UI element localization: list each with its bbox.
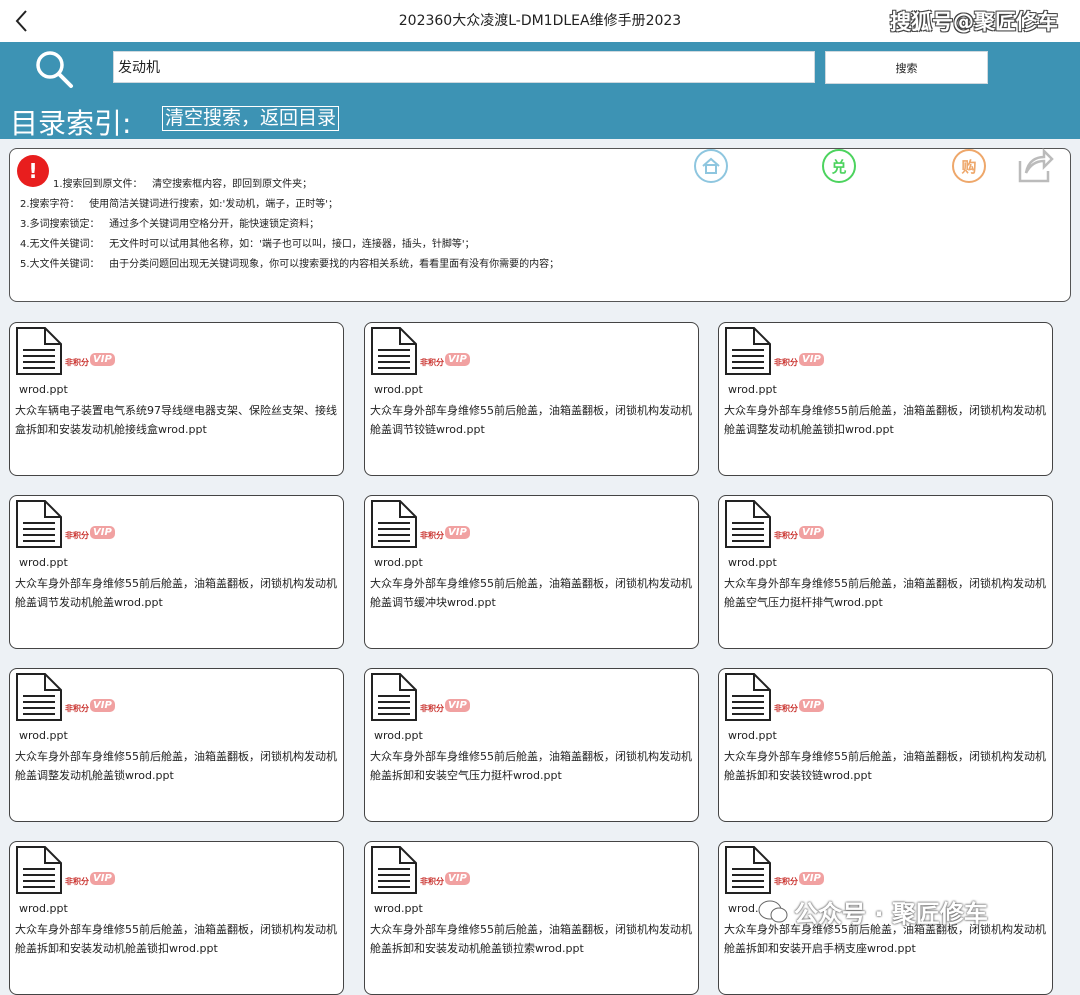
document-icon xyxy=(725,327,771,375)
search-help-box: ! 1.搜索回到原文件： 清空搜索框内容，即回到原文件夹； 2.搜索字符： 使用… xyxy=(9,145,1071,302)
card-file-name: wrod.ppt xyxy=(728,556,777,569)
file-card[interactable]: 非积分 VIP wrod.ppt 大众车身外部车身维修55前后舱盖，油箱盖翻板，闭锁机… xyxy=(364,322,699,476)
vip-badge: VIP xyxy=(445,353,470,366)
vip-badge: VIP xyxy=(799,872,824,885)
document-icon xyxy=(16,500,62,548)
nopoint-tag: 非积分 xyxy=(774,531,798,540)
vip-badge: VIP xyxy=(90,699,115,712)
vip-badge: VIP xyxy=(799,699,824,712)
document-icon xyxy=(371,846,417,894)
document-icon xyxy=(16,846,62,894)
nopoint-tag: 非积分 xyxy=(65,358,89,367)
help-line: 5.大文件关键词： 由于分类问题回出现无关键词现象，你可以搜索要找的内容相关系统… xyxy=(20,259,560,270)
document-icon xyxy=(371,673,417,721)
file-card[interactable]: 非积分 VIP wrod.ppt 大众车身外部车身维修55前后舱盖，油箱盖翻板，闭锁机… xyxy=(718,668,1053,822)
card-file-name: wrod.ppt xyxy=(728,383,777,396)
card-file-name: wrod.ppt xyxy=(374,729,423,742)
file-card[interactable]: 非积分 VIP wrod.ppt 大众车辆电子装置电气系统97导线继电器支架、保险丝支… xyxy=(9,322,344,476)
help-line: 1.搜索回到原文件： 清空搜索框内容，即回到原文件夹； xyxy=(53,179,313,190)
document-icon xyxy=(725,500,771,548)
vip-badge: VIP xyxy=(445,526,470,539)
card-file-name: wrod.ppt xyxy=(19,902,68,915)
card-description: 大众车辆电子装置电气系统97导线继电器支架、保险丝支架、接线盒拆卸和安装发动机舱… xyxy=(15,404,337,436)
card-file-name: wrod.ppt xyxy=(374,383,423,396)
card-file-name: wrod.ppt xyxy=(374,902,423,915)
nopoint-tag: 非积分 xyxy=(65,877,89,886)
home-icon[interactable] xyxy=(694,149,728,183)
card-description: 大众车身外部车身维修55前后舱盖，油箱盖翻板，闭锁机构发动机舱盖拆卸和安装发动机… xyxy=(370,923,692,955)
vip-badge: VIP xyxy=(799,526,824,539)
file-card[interactable]: 非积分 VIP wrod.ppt 大众车身外部车身维修55前后舱盖，油箱盖翻板，闭锁机… xyxy=(718,322,1053,476)
vip-badge: VIP xyxy=(90,526,115,539)
bottom-watermark: 公众号 · 聚匠修车 xyxy=(758,894,988,929)
document-icon xyxy=(725,673,771,721)
search-icon[interactable] xyxy=(34,49,74,89)
file-card[interactable]: 非积分 VIP wrod.ppt 大众车身外部车身维修55前后舱盖，油箱盖翻板，闭锁机… xyxy=(9,668,344,822)
card-file-name: wrod.ppt xyxy=(728,729,777,742)
help-line: 4.无文件关键词： 无文件时可以试用其他名称，如：'端子也可以叫，接口，连接器，… xyxy=(20,239,475,250)
clear-search-button[interactable]: 清空搜索，返回目录 xyxy=(162,106,340,131)
share-icon[interactable] xyxy=(1014,145,1054,185)
help-line: 3.多词搜索锁定： 通过多个关键词用空格分开，能快速锁定资料； xyxy=(20,219,320,230)
card-description: 大众车身外部车身维修55前后舱盖，油箱盖翻板，闭锁机构发动机舱盖调整发动机舱盖锁… xyxy=(15,750,337,782)
document-icon xyxy=(16,327,62,375)
catalog-label: 目录索引: xyxy=(10,107,132,140)
search-button[interactable]: 搜索 xyxy=(825,51,988,84)
help-line: 2.搜索字符： 使用简洁关键词进行搜索，如:'发动机，端子，正时等'； xyxy=(20,199,338,210)
file-card[interactable]: 非积分 VIP wrod.ppt 大众车身外部车身维修55前后舱盖，油箱盖翻板，闭锁机… xyxy=(9,495,344,649)
card-description: 大众车身外部车身维修55前后舱盖，油箱盖翻板，闭锁机构发动机舱盖拆卸和安装铰链w… xyxy=(724,750,1046,782)
redeem-icon[interactable]: 兑 xyxy=(822,149,856,183)
card-file-name: wrod.ppt xyxy=(19,729,68,742)
file-card[interactable]: 非积分 VIP wrod.ppt 大众车身外部车身维修55前后舱盖，油箱盖翻板，闭锁机… xyxy=(9,841,344,995)
search-input[interactable] xyxy=(113,51,815,83)
nopoint-tag: 非积分 xyxy=(774,358,798,367)
file-card[interactable]: 非积分 VIP wrod.ppt 大众车身外部车身维修55前后舱盖，油箱盖翻板，闭锁机… xyxy=(718,495,1053,649)
nopoint-tag: 非积分 xyxy=(65,531,89,540)
document-icon xyxy=(371,327,417,375)
card-file-name: wrod.ppt xyxy=(374,556,423,569)
vip-badge: VIP xyxy=(90,353,115,366)
bottom-watermark-text: 公众号 · 聚匠修车 xyxy=(794,900,988,928)
card-description: 大众车身外部车身维修55前后舱盖，油箱盖翻板，闭锁机构发动机舱盖拆卸和安装发动机… xyxy=(15,923,337,955)
document-icon xyxy=(371,500,417,548)
card-file-name: wrod.ppt xyxy=(19,383,68,396)
document-icon xyxy=(725,846,771,894)
nopoint-tag: 非积分 xyxy=(420,531,444,540)
nopoint-tag: 非积分 xyxy=(420,704,444,713)
nopoint-tag: 非积分 xyxy=(420,358,444,367)
vip-badge: VIP xyxy=(445,872,470,885)
nopoint-tag: 非积分 xyxy=(774,704,798,713)
card-file-name: wrod.ppt xyxy=(19,556,68,569)
vip-badge: VIP xyxy=(90,872,115,885)
title-bar: 202360大众凌渡L-DM1DLEA维修手册2023 搜狐号@聚匠修车 xyxy=(0,0,1080,42)
file-card[interactable]: 非积分 VIP wrod.ppt 大众车身外部车身维修55前后舱盖，油箱盖翻板，闭锁机… xyxy=(364,495,699,649)
card-description: 大众车身外部车身维修55前后舱盖，油箱盖翻板，闭锁机构发动机舱盖调节铰链wrod… xyxy=(370,404,692,436)
search-bar: 搜索 目录索引: 清空搜索，返回目录 xyxy=(0,42,1080,140)
card-description: 大众车身外部车身维修55前后舱盖，油箱盖翻板，闭锁机构发动机舱盖调整发动机舱盖锁… xyxy=(724,404,1046,436)
vip-badge: VIP xyxy=(445,699,470,712)
file-card[interactable]: 非积分 VIP wrod.ppt 大众车身外部车身维修55前后舱盖，油箱盖翻板，闭锁机… xyxy=(364,668,699,822)
nopoint-tag: 非积分 xyxy=(65,704,89,713)
card-description: 大众车身外部车身维修55前后舱盖，油箱盖翻板，闭锁机构发动机舱盖空气压力挺杆排气… xyxy=(724,577,1046,609)
nopoint-tag: 非积分 xyxy=(420,877,444,886)
card-description: 大众车身外部车身维修55前后舱盖，油箱盖翻板，闭锁机构发动机舱盖调节缓冲块wro… xyxy=(370,577,692,609)
card-description: 大众车身外部车身维修55前后舱盖，油箱盖翻板，闭锁机构发动机舱盖拆卸和安装空气压… xyxy=(370,750,692,782)
nopoint-tag: 非积分 xyxy=(774,877,798,886)
wechat-icon xyxy=(758,900,788,922)
help-text: 1.搜索回到原文件： 清空搜索框内容，即回到原文件夹； 2.搜索字符： 使用简洁… xyxy=(10,175,559,275)
document-icon xyxy=(16,673,62,721)
vip-badge: VIP xyxy=(799,353,824,366)
watermark-top: 搜狐号@聚匠修车 xyxy=(890,10,1058,34)
buy-icon[interactable]: 购 xyxy=(952,149,986,183)
card-description: 大众车身外部车身维修55前后舱盖，油箱盖翻板，闭锁机构发动机舱盖调节发动机舱盖w… xyxy=(15,577,337,609)
file-card[interactable]: 非积分 VIP wrod.ppt 大众车身外部车身维修55前后舱盖，油箱盖翻板，闭锁机… xyxy=(364,841,699,995)
